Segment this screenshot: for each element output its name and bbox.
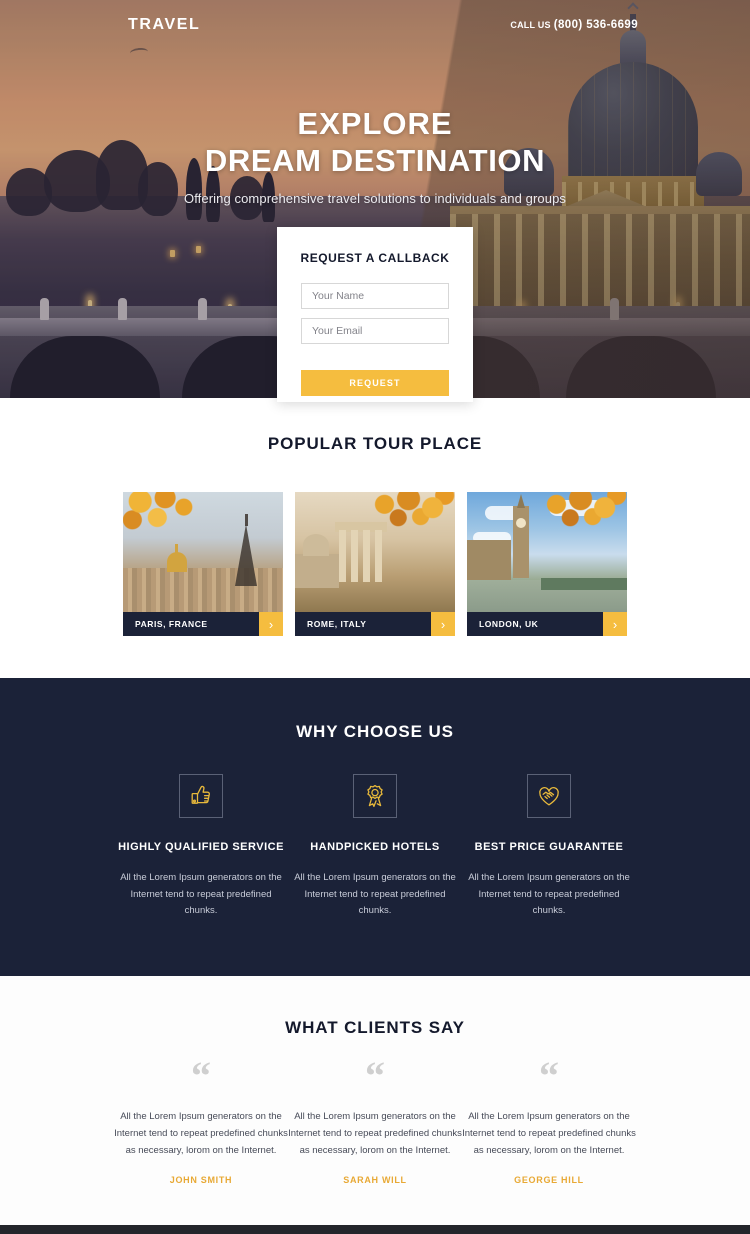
why-feature-list: HIGHLY QUALIFIED SERVICE All the Lorem I… [0,774,750,920]
request-submit-button[interactable]: REQUEST [301,370,449,396]
tour-card-bar: PARIS, FRANCE › [123,612,283,636]
why-feature-heading: HIGHLY QUALIFIED SERVICE [118,841,284,853]
call-us-block[interactable]: CALL US (800) 536-6699 [510,19,638,31]
hero-headline-line1: EXPLORE [297,106,453,141]
tour-card-label: LONDON, UK [467,612,603,636]
footer: Copyright © domainname.com. All Rights R… [0,1225,750,1234]
autumn-leaves [541,492,627,548]
paris-cityscape [123,568,283,612]
why-feature-heading: BEST PRICE GUARANTEE [474,841,624,853]
autumn-leaves [123,492,201,550]
autumn-leaves [369,492,455,548]
why-feature-text: All the Lorem Ipsum generators on the In… [120,871,282,917]
tour-image-london [467,492,627,612]
testimonial-text: All the Lorem Ipsum generators on the In… [462,1110,636,1156]
request-callback-form: REQUEST A CALLBACK REQUEST [277,227,473,402]
forum-column [339,530,346,582]
why-feature-text: All the Lorem Ipsum generators on the In… [294,871,456,917]
testimonial-item: “ All the Lorem Ipsum generators on the … [114,1052,288,1186]
tour-card-label: PARIS, FRANCE [123,612,259,636]
popular-tours-title: POPULAR TOUR PLACE [267,434,483,453]
testimonials-title: WHAT CLIENTS SAY [285,1017,465,1037]
why-feature-heading: HANDPICKED HOTELS [310,841,440,853]
tour-image-paris [123,492,283,612]
top-bar: TRAVEL CALL US (800) 536-6699 [0,0,750,50]
why-choose-us-section: WHY CHOOSE US HIGHLY QUALIFIED SERVICE A… [0,678,750,976]
testimonials-section: WHAT CLIENTS SAY “ All the Lorem Ipsum g… [0,975,750,1226]
testimonial-text: All the Lorem Ipsum generators on the In… [114,1110,288,1156]
tour-card-arrow-button[interactable]: › [259,612,283,636]
form-title: REQUEST A CALLBACK [300,251,450,265]
testimonial-text: All the Lorem Ipsum generators on the In… [288,1110,462,1156]
hero-subheadline: Offering comprehensive travel solutions … [183,191,567,207]
brand-logo[interactable]: TRAVEL [128,16,200,34]
tour-card-list: PARIS, FRANCE › ROME, ITALY › LONDON, UK… [0,492,750,636]
rome-dome [303,534,329,556]
tour-card[interactable]: LONDON, UK › [467,492,627,636]
why-feature-item: HANDPICKED HOTELS All the Lorem Ipsum ge… [288,774,462,920]
why-feature-text: All the Lorem Ipsum generators on the In… [468,871,630,917]
phone-number[interactable]: (800) 536-6699 [554,19,638,31]
testimonial-list: “ All the Lorem Ipsum generators on the … [0,1052,750,1186]
tour-card-bar: LONDON, UK › [467,612,627,636]
tour-card-bar: ROME, ITALY › [295,612,455,636]
westminster-bridge [541,578,627,590]
big-ben-spire [517,494,525,508]
hero-headline-line2: DREAM DESTINATION [204,142,546,178]
parliament-building [467,540,511,582]
popular-tours-section: POPULAR TOUR PLACE PARIS, FRANCE › ROME,… [0,398,750,678]
tour-card[interactable]: ROME, ITALY › [295,492,455,636]
why-feature-item: HIGHLY QUALIFIED SERVICE All the Lorem I… [114,774,288,920]
forum-column [351,530,358,582]
why-feature-item: BEST PRICE GUARANTEE All the Lorem Ipsum… [462,774,636,920]
testimonial-item: “ All the Lorem Ipsum generators on the … [288,1052,462,1186]
call-us-label: CALL US [510,20,551,30]
golden-dome [167,552,187,572]
landing-page: TRAVEL CALL US (800) 536-6699 EXPLORE DR… [0,0,750,1234]
tour-card-arrow-button[interactable]: › [603,612,627,636]
testimonial-author: JOHN SMITH [169,1175,233,1186]
quote-mark-icon: “ [365,1052,385,1098]
rome-building [295,554,339,588]
testimonial-item: “ All the Lorem Ipsum generators on the … [462,1052,636,1186]
tour-card[interactable]: PARIS, FRANCE › [123,492,283,636]
eiffel-tower-icon [235,524,257,586]
tour-card-arrow-button[interactable]: › [431,612,455,636]
quote-mark-icon: “ [539,1052,559,1098]
handshake-heart-icon [527,774,571,818]
eiffel-tower-tip [245,514,248,526]
quote-mark-icon: “ [191,1052,211,1098]
big-ben-tower [513,506,529,578]
testimonial-author: GEORGE HILL [514,1175,584,1186]
email-input[interactable] [301,318,449,344]
name-input[interactable] [301,283,449,309]
testimonial-author: SARAH WILL [343,1175,407,1186]
hero-copy: EXPLORE DREAM DESTINATION Offering compr… [0,106,750,206]
why-choose-us-title: WHY CHOOSE US [296,722,454,741]
award-ribbon-icon [353,774,397,818]
tour-image-rome [295,492,455,612]
clock-face-icon [516,518,526,528]
thumbs-up-icon [179,774,223,818]
tour-card-label: ROME, ITALY [295,612,431,636]
